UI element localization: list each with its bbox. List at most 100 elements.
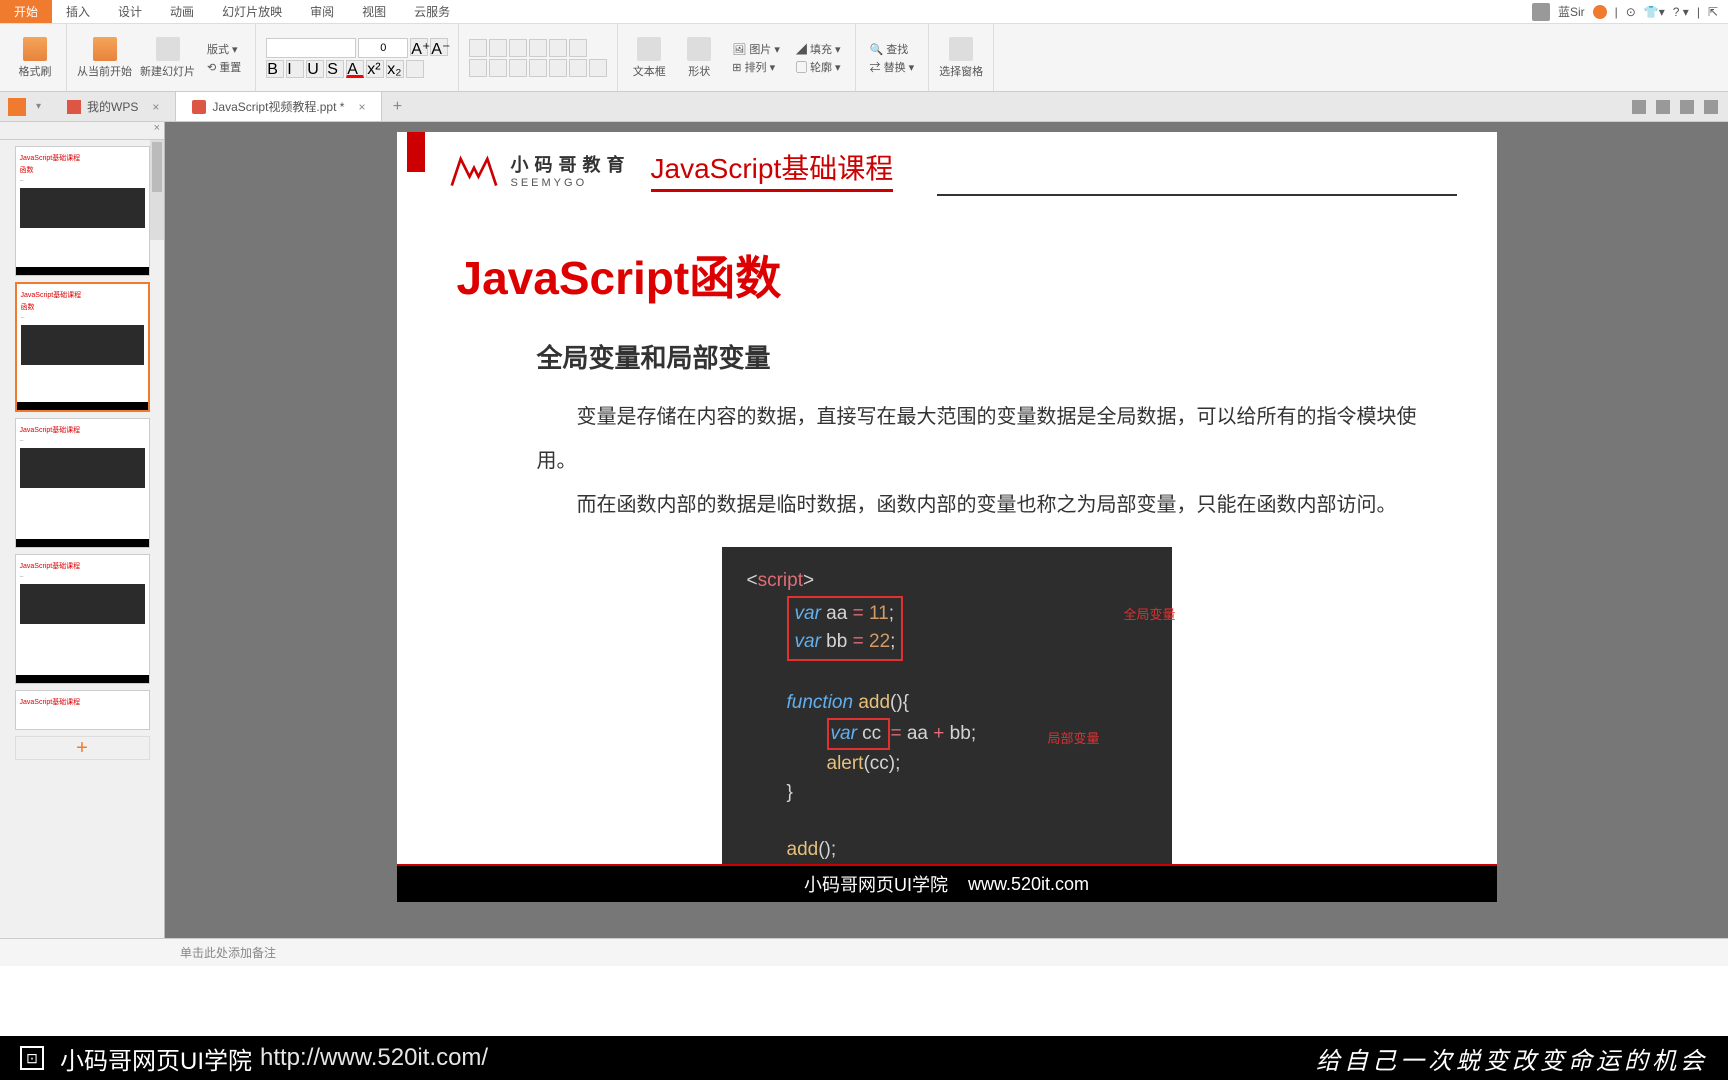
slide-thumb-4[interactable]: JavaScript基础课程... bbox=[15, 554, 150, 684]
font-size-input[interactable] bbox=[358, 38, 408, 58]
slide-thumb-2[interactable]: JavaScript基础课程函数... bbox=[15, 282, 150, 412]
avatar-icon[interactable] bbox=[1532, 3, 1550, 21]
thumbnail-panel: × JavaScript基础课程函数... JavaScript基础课程函数..… bbox=[0, 122, 165, 938]
align-left-icon[interactable] bbox=[469, 59, 487, 77]
align-top-icon[interactable] bbox=[549, 59, 567, 77]
grow-font-icon[interactable]: A⁺ bbox=[410, 38, 428, 56]
annotation-local: 局部变量 bbox=[1047, 729, 1099, 749]
close-icon[interactable]: × bbox=[358, 100, 365, 114]
scroll-handle[interactable] bbox=[152, 142, 162, 192]
tab-view[interactable]: 视图 bbox=[348, 0, 400, 23]
overlay-school-name: 小码哥网页UI学院 bbox=[60, 1041, 252, 1076]
tab-slideshow[interactable]: 幻灯片放映 bbox=[208, 0, 296, 23]
dropdown-icon[interactable]: ▾ bbox=[36, 101, 41, 112]
align-center-icon[interactable] bbox=[489, 59, 507, 77]
indent-inc-icon[interactable] bbox=[529, 39, 547, 57]
wps-icon bbox=[67, 100, 81, 114]
arrange-button[interactable]: ⊞ 排列 ▾ bbox=[728, 59, 784, 75]
file-tab[interactable]: JavaScript视频教程.ppt *× bbox=[176, 92, 382, 121]
footer-name: 小码哥网页UI学院 bbox=[804, 871, 948, 897]
tab-animation[interactable]: 动画 bbox=[156, 0, 208, 23]
slide-canvas[interactable]: 小码哥教育 SEEMYGO JavaScript基础课程 JavaScript函… bbox=[397, 132, 1497, 902]
align-middle-icon[interactable] bbox=[569, 59, 587, 77]
notes-bar[interactable]: 单击此处添加备注 bbox=[0, 938, 1728, 966]
notification-icon[interactable] bbox=[1593, 5, 1607, 19]
collapse-ribbon-icon[interactable]: ⇱ bbox=[1708, 5, 1718, 19]
main-title: JavaScript函数 bbox=[457, 242, 1437, 308]
username[interactable]: 蓝Sir bbox=[1558, 3, 1585, 20]
replace-button[interactable]: ⇄ 替换 ▾ bbox=[866, 59, 919, 75]
ribbon-tabs: 开始 插入 设计 动画 幻灯片放映 审阅 视图 云服务 蓝Sir | ⊙ 👕▾ … bbox=[0, 0, 1728, 24]
font-color-icon[interactable]: A bbox=[346, 60, 364, 78]
numbering-icon[interactable] bbox=[489, 39, 507, 57]
reset-button[interactable]: ⟲ 重置 bbox=[203, 59, 245, 75]
logo-en: SEEMYGO bbox=[511, 177, 631, 189]
tab-design[interactable]: 设计 bbox=[104, 0, 156, 23]
textbox-button[interactable]: 文本框 bbox=[624, 24, 674, 91]
ribbon-user-area: 蓝Sir | ⊙ 👕▾ ? ▾ | ⇱ bbox=[1532, 3, 1728, 21]
superscript-icon[interactable]: x² bbox=[366, 60, 384, 78]
close-icon[interactable]: × bbox=[152, 100, 159, 114]
select-pane-button[interactable]: 选择窗格 bbox=[935, 24, 987, 91]
outline-button[interactable]: ▢ 轮廓 ▾ bbox=[792, 59, 845, 75]
annotation-global: 全局变量 bbox=[1123, 605, 1175, 625]
slide-body: JavaScript函数 全局变量和局部变量 变量是存储在内容的数据，直接写在最… bbox=[397, 202, 1497, 904]
line-spacing-icon[interactable] bbox=[549, 39, 567, 57]
clear-format-icon[interactable] bbox=[406, 60, 424, 78]
tool-icon-4[interactable] bbox=[1704, 100, 1718, 114]
video-overlay-bar: ⊡ 小码哥网页UI学院 http://www.520it.com/ 给自己一次蜕… bbox=[0, 1036, 1728, 1080]
wps-home-tab[interactable]: 我的WPS× bbox=[51, 92, 176, 121]
text-direction-icon[interactable] bbox=[569, 39, 587, 57]
underline-icon[interactable]: U bbox=[306, 60, 324, 78]
tool-icon-2[interactable] bbox=[1656, 100, 1670, 114]
tool-icon-3[interactable] bbox=[1680, 100, 1694, 114]
tab-insert[interactable]: 插入 bbox=[52, 0, 104, 23]
thumb-panel-close[interactable]: × bbox=[0, 122, 164, 140]
app-icon[interactable] bbox=[8, 98, 26, 116]
align-justify-icon[interactable] bbox=[529, 59, 547, 77]
find-button[interactable]: 🔍 查找 bbox=[866, 41, 919, 57]
separator: | bbox=[1697, 5, 1700, 19]
picture-button[interactable]: 🖼 图片 ▾ bbox=[728, 41, 784, 57]
thumb-scrollbar[interactable] bbox=[150, 140, 164, 240]
slide-thumb-3[interactable]: JavaScript基础课程... bbox=[15, 418, 150, 548]
slide-header: 小码哥教育 SEEMYGO JavaScript基础课程 bbox=[397, 132, 1497, 202]
document-tabs: ▾ 我的WPS× JavaScript视频教程.ppt *× + bbox=[0, 92, 1728, 122]
slide-editor[interactable]: 小码哥教育 SEEMYGO JavaScript基础课程 JavaScript函… bbox=[165, 122, 1728, 938]
new-slide-button[interactable]: 新建幻灯片 bbox=[136, 24, 199, 91]
format-painter-button[interactable]: 格式刷 bbox=[10, 24, 60, 91]
add-slide-button[interactable]: + bbox=[15, 736, 150, 760]
align-right-icon[interactable] bbox=[509, 59, 527, 77]
start-slideshow-button[interactable]: 从当前开始 bbox=[73, 24, 136, 91]
logo: 小码哥教育 SEEMYGO bbox=[447, 150, 631, 190]
slide-thumb-5[interactable]: JavaScript基础课程 bbox=[15, 690, 150, 730]
header-line bbox=[937, 194, 1457, 196]
fill-button[interactable]: ◢ 填充 ▾ bbox=[792, 41, 845, 57]
tshirt-icon[interactable]: 👕▾ bbox=[1644, 5, 1665, 19]
overlay-slogan: 给自己一次蜕变改变命运的机会 bbox=[1316, 1041, 1708, 1076]
tab-cloud[interactable]: 云服务 bbox=[400, 0, 464, 23]
question-icon[interactable]: ? ▾ bbox=[1673, 5, 1689, 19]
bullets-icon[interactable] bbox=[469, 39, 487, 57]
tool-icon-1[interactable] bbox=[1632, 100, 1646, 114]
tab-start[interactable]: 开始 bbox=[0, 0, 52, 23]
slide-thumb-1[interactable]: JavaScript基础课程函数... bbox=[15, 146, 150, 276]
bold-icon[interactable]: B bbox=[266, 60, 284, 78]
indent-dec-icon[interactable] bbox=[509, 39, 527, 57]
shrink-font-icon[interactable]: A⁻ bbox=[430, 38, 448, 56]
shape-button[interactable]: 形状 bbox=[674, 24, 724, 91]
select-pane-icon bbox=[949, 37, 973, 61]
subscript-icon[interactable]: x₂ bbox=[386, 60, 404, 78]
font-name-input[interactable] bbox=[266, 38, 356, 58]
tab-review[interactable]: 审阅 bbox=[296, 0, 348, 23]
subtitle: 全局变量和局部变量 bbox=[457, 338, 1437, 375]
strike-icon[interactable]: S bbox=[326, 60, 344, 78]
add-tab-button[interactable]: + bbox=[382, 98, 412, 116]
help-icon[interactable]: ⊙ bbox=[1626, 5, 1636, 19]
italic-icon[interactable]: I bbox=[286, 60, 304, 78]
align-bottom-icon[interactable] bbox=[589, 59, 607, 77]
slide-footer: 小码哥网页UI学院 www.520it.com bbox=[397, 866, 1497, 902]
paragraph-2: 而在函数内部的数据是临时数据，函数内部的变量也称之为局部变量，只能在函数内部访问… bbox=[457, 483, 1437, 527]
layout-dropdown[interactable]: 版式 ▾ bbox=[203, 41, 245, 57]
ribbon-toolbar: 格式刷 从当前开始 新建幻灯片 版式 ▾ ⟲ 重置 A⁺A⁻ BIUSAx²x₂… bbox=[0, 24, 1728, 92]
